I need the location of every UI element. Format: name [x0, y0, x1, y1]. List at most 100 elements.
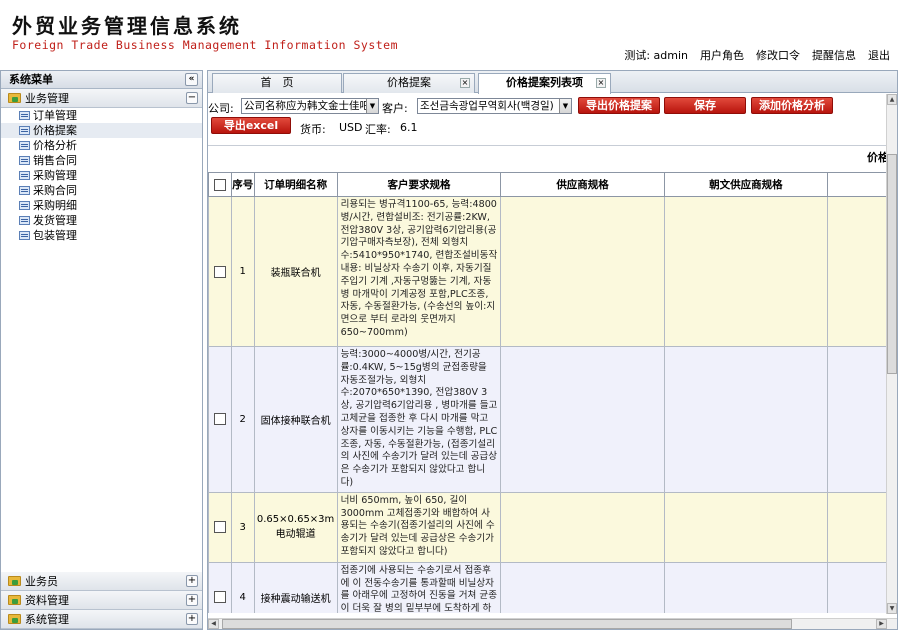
- customer-spec: 리용되는 병규격1100-65, 능력:4800병/시간, 련합설비조: 전기공…: [336, 196, 502, 347]
- sidebar-item-purchase-contract[interactable]: 采购合同: [1, 183, 202, 198]
- grid-group-header: 价格: [208, 145, 887, 165]
- tab-label: 首 页: [260, 76, 294, 89]
- sidebar-item-packaging-management[interactable]: 包装管理: [1, 228, 202, 243]
- folder-icon: [8, 576, 21, 586]
- tab-bar: 首 页 价格提案 × 价格提案列表项 ×: [208, 71, 897, 94]
- supplier-spec-cell[interactable]: [500, 346, 665, 493]
- form-icon: [19, 201, 30, 210]
- change-password-link[interactable]: 修改口令: [756, 47, 800, 63]
- scroll-left-icon[interactable]: ◀: [208, 619, 219, 629]
- korean-supplier-spec-cell[interactable]: [663, 196, 828, 347]
- main-panel: 首 页 价格提案 × 价格提案列表项 × 公司: 公司名称应为韩文金士佳吧 ▼ …: [207, 70, 898, 630]
- expand-group-icon[interactable]: +: [186, 575, 198, 587]
- form-icon: [19, 216, 30, 225]
- sidebar-item-price-proposal[interactable]: 价格提案: [1, 123, 202, 138]
- group-business-management[interactable]: 业务管理 −: [1, 89, 202, 108]
- tab-home[interactable]: 首 页: [212, 73, 342, 93]
- user-role-link[interactable]: 用户角色: [700, 47, 744, 63]
- vertical-scrollbar[interactable]: ▲ ▼: [886, 94, 897, 614]
- expand-group-icon[interactable]: +: [186, 594, 198, 606]
- save-button[interactable]: 保存: [664, 97, 746, 114]
- supplier-spec-cell[interactable]: [500, 196, 665, 347]
- row-checkbox[interactable]: [213, 591, 226, 604]
- table-row[interactable]: 1 装瓶联合机 리용되는 병규격1100-65, 능력:4800병/시간, 련합…: [208, 196, 887, 347]
- add-price-analysis-button[interactable]: 添加价格分析: [751, 97, 833, 114]
- row-number: 4: [230, 561, 255, 613]
- company-select[interactable]: 公司名称应为韩文金士佳吧 ▼: [241, 98, 379, 114]
- customer-label: 客户:: [382, 102, 408, 115]
- sidebar-item-label: 采购管理: [33, 169, 77, 182]
- group-system-management[interactable]: 系统管理 +: [1, 610, 202, 629]
- tab-price-proposal-list[interactable]: 价格提案列表项 ×: [478, 73, 611, 94]
- close-icon[interactable]: ×: [596, 78, 606, 88]
- export-excel-button[interactable]: 导出excel: [211, 117, 291, 134]
- select-all-header[interactable]: [208, 172, 232, 197]
- chevron-down-icon: ▼: [559, 99, 571, 113]
- column-header: 供应商规格: [500, 172, 665, 197]
- item-name: 装瓶联合机: [253, 196, 338, 347]
- group-label: 业务管理: [25, 92, 69, 105]
- sidebar-item-shipping-management[interactable]: 发货管理: [1, 213, 202, 228]
- currency-label: 货币:: [300, 123, 326, 136]
- table-row[interactable]: 3 0.65×0.65×3m电动辊道 너비 650mm, 높이 650, 길이 …: [208, 491, 887, 563]
- select-all-checkbox[interactable]: [213, 178, 226, 191]
- price-cell[interactable]: [826, 196, 887, 347]
- table-row[interactable]: 4 接种震动输送机 접종기에 사용되는 수송기로서 접종후에 이 전동수송기를 …: [208, 561, 887, 613]
- sidebar-item-label: 采购明细: [33, 199, 77, 212]
- supplier-spec-cell[interactable]: [500, 491, 665, 563]
- scroll-thumb[interactable]: [887, 154, 897, 374]
- sidebar-item-purchase-detail[interactable]: 采购明细: [1, 198, 202, 213]
- price-cell[interactable]: [826, 346, 887, 493]
- customer-select[interactable]: 조선금속광업무역회사(백경일) ▼: [417, 98, 572, 114]
- tab-price-proposal[interactable]: 价格提案 ×: [343, 73, 475, 93]
- collapse-group-icon[interactable]: −: [186, 92, 198, 104]
- folder-icon: [8, 93, 21, 103]
- korean-supplier-spec-cell[interactable]: [663, 491, 828, 563]
- table-header-row: 序号 订单明细名称 客户要求规格 供应商规格 朝文供应商规格: [208, 172, 887, 197]
- row-select-cell[interactable]: [208, 561, 232, 613]
- form-icon: [19, 141, 30, 150]
- customer-spec: 접종기에 사용되는 수송기로서 접종후에 이 전동수송기를 통과할때 비닐상자를…: [336, 561, 502, 613]
- sidebar-item-price-analysis[interactable]: 价格分析: [1, 138, 202, 153]
- expand-group-icon[interactable]: +: [186, 613, 198, 625]
- korean-supplier-spec-cell[interactable]: [663, 561, 828, 613]
- sidebar-header: 系统菜单 «: [1, 71, 202, 89]
- row-select-cell[interactable]: [208, 196, 232, 347]
- close-icon[interactable]: ×: [460, 78, 470, 88]
- sidebar-title: 系统菜单: [9, 73, 53, 86]
- scroll-right-icon[interactable]: ▶: [876, 619, 887, 629]
- data-grid: 价格 序号 订单明细名称 客户要求规格 供应商规格 朝文供应商规格 1 装瓶联合…: [208, 137, 887, 613]
- row-checkbox[interactable]: [213, 413, 226, 426]
- horizontal-scrollbar[interactable]: ◀ ▶: [208, 618, 897, 629]
- row-select-cell[interactable]: [208, 346, 232, 493]
- korean-supplier-spec-cell[interactable]: [663, 346, 828, 493]
- item-name: 0.65×0.65×3m电动辊道: [253, 491, 338, 563]
- sidebar-item-sales-contract[interactable]: 销售合同: [1, 153, 202, 168]
- sidebar-item-purchase-management[interactable]: 采购管理: [1, 168, 202, 183]
- form-icon: [19, 186, 30, 195]
- row-checkbox[interactable]: [213, 265, 226, 278]
- table-row[interactable]: 2 固体接种联合机 능력:3000~4000병/시간, 전기공률:0.4KW, …: [208, 346, 887, 493]
- price-cell[interactable]: [826, 561, 887, 613]
- group-salesperson[interactable]: 业务员 +: [1, 572, 202, 591]
- form-icon: [19, 126, 30, 135]
- logout-link[interactable]: 退出: [868, 47, 890, 63]
- sidebar-item-order-management[interactable]: 订单管理: [1, 108, 202, 123]
- group-data-management[interactable]: 资料管理 +: [1, 591, 202, 610]
- row-checkbox[interactable]: [213, 521, 226, 534]
- group-label: 业务员: [25, 575, 58, 588]
- supplier-spec-cell[interactable]: [500, 561, 665, 613]
- scroll-up-icon[interactable]: ▲: [887, 94, 897, 105]
- row-number: 1: [230, 196, 255, 347]
- collapse-sidebar-icon[interactable]: «: [185, 73, 198, 86]
- scroll-down-icon[interactable]: ▼: [887, 603, 897, 614]
- form-icon: [19, 231, 30, 240]
- price-cell[interactable]: [826, 491, 887, 563]
- reminder-link[interactable]: 提醒信息: [812, 47, 856, 63]
- row-select-cell[interactable]: [208, 491, 232, 563]
- scroll-thumb[interactable]: [222, 619, 792, 629]
- folder-icon: [8, 595, 21, 605]
- export-price-proposal-button[interactable]: 导出价格提案: [578, 97, 660, 114]
- sidebar-bottom-groups: 业务员 + 资料管理 + 系统管理 +: [1, 572, 202, 629]
- customer-select-value: 조선금속광업무역회사(백경일): [420, 100, 554, 112]
